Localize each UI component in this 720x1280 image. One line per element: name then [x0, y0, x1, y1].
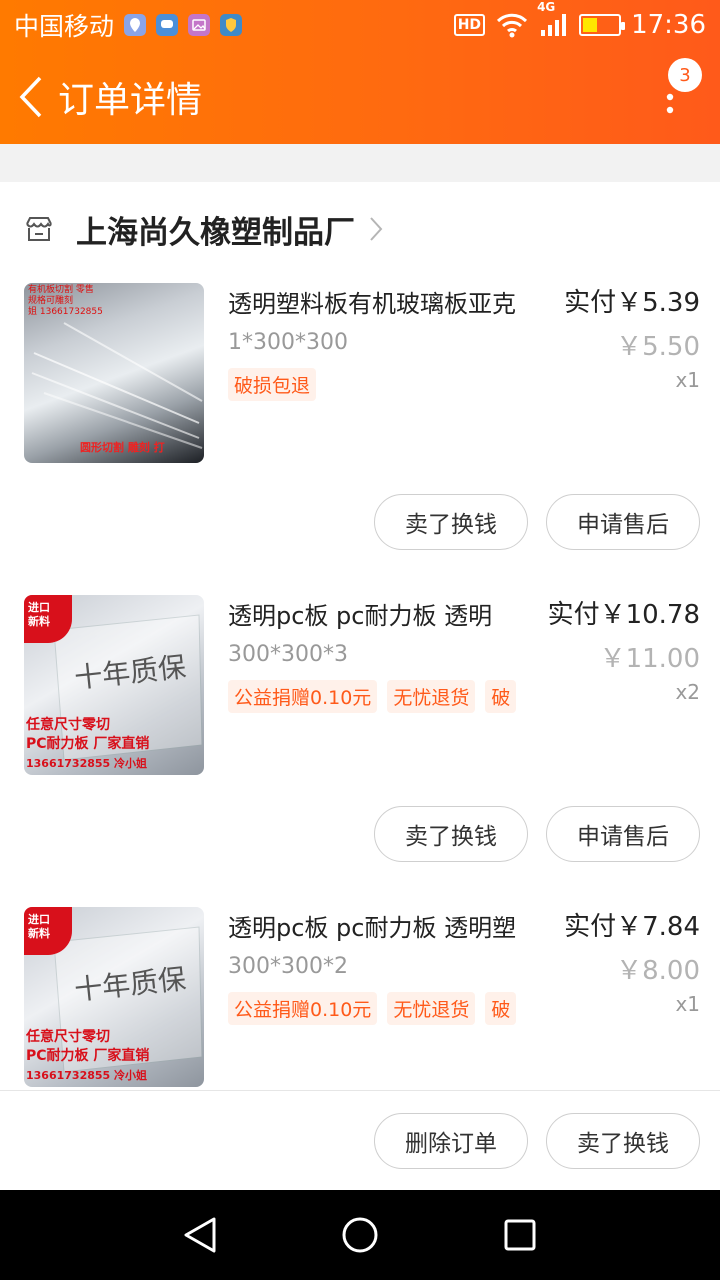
system-navigation-bar: [0, 1190, 720, 1280]
nav-home-button[interactable]: [320, 1210, 400, 1260]
sell-for-cash-button[interactable]: 卖了换钱: [374, 806, 528, 862]
service-tag: 破: [485, 680, 517, 713]
product-spec: 300*300*2: [228, 954, 348, 979]
chevron-right-icon: [370, 217, 383, 241]
thumb-text: 13661732855 冷小姐: [26, 1069, 148, 1082]
thumb-text: 13661732855 冷小姐: [26, 757, 148, 770]
product-thumbnail: 有机板切割 零售 规格可雕刻 姐 13661732855 圆形切割 雕刻 打: [24, 283, 204, 463]
app-bar: 订单详情 3: [0, 50, 720, 144]
circle-home-icon: [342, 1217, 378, 1253]
service-tags: 破损包退: [228, 368, 317, 401]
triangle-back-icon: [184, 1217, 216, 1253]
order-item[interactable]: 进口 新料 十年质保 任意尺寸零切 PC耐力板 厂家直销 13661732855…: [0, 588, 720, 900]
delete-order-button[interactable]: 删除订单: [374, 1113, 528, 1169]
order-item[interactable]: 有机板切割 零售 规格可雕刻 姐 13661732855 圆形切割 雕刻 打 透…: [0, 276, 720, 588]
quantity: x2: [675, 680, 700, 704]
page-title: 订单详情: [58, 80, 203, 121]
service-tag: 破损包退: [228, 368, 317, 401]
square-recents-icon: [504, 1219, 536, 1251]
after-sales-button[interactable]: 申请售后: [546, 494, 700, 550]
thumb-badge: 进口 新料: [24, 595, 72, 643]
paid-price: 实付￥5.39: [564, 288, 700, 318]
shield-notification-icon: [220, 14, 243, 36]
wifi-icon: [497, 13, 528, 38]
service-tag: 无忧退货: [387, 680, 476, 713]
original-price: ￥11.00: [599, 644, 700, 674]
service-tag: 无忧退货: [387, 992, 476, 1025]
thumb-text: 任意尺寸零切: [26, 1029, 110, 1045]
order-action-bar: 删除订单 卖了换钱: [0, 1090, 720, 1190]
quantity: x1: [675, 992, 700, 1016]
network-type: 4G: [537, 0, 556, 14]
product-spec: 300*300*3: [228, 642, 348, 667]
nav-back-button[interactable]: [160, 1210, 240, 1260]
hd-icon: HD: [453, 14, 486, 36]
gallery-notification-icon: [188, 14, 211, 36]
thumb-text: PC耐力板 厂家直销: [26, 736, 150, 752]
back-button[interactable]: [6, 50, 56, 144]
service-tags: 公益捐赠0.10元 无忧退货 破: [228, 680, 517, 713]
product-title[interactable]: 透明塑料板有机玻璃板亚克: [228, 284, 516, 319]
service-tag: 公益捐赠0.10元: [228, 992, 378, 1025]
message-notification-icon: [156, 14, 179, 36]
nav-recents-button[interactable]: [480, 1210, 560, 1260]
thumb-text: 有机板切割 零售: [28, 285, 94, 295]
chevron-left-icon: [19, 76, 42, 118]
paid-price: 实付￥10.78: [547, 600, 700, 630]
sell-for-cash-button[interactable]: 卖了换钱: [374, 494, 528, 550]
status-bar: 中国移动 HD 4G 17:36: [0, 0, 720, 50]
shop-icon: [26, 217, 52, 241]
paid-price: 实付￥7.84: [564, 912, 700, 942]
shop-header[interactable]: 上海尚久橡塑制品厂: [0, 182, 720, 276]
sell-for-cash-button[interactable]: 卖了换钱: [546, 1113, 700, 1169]
original-price: ￥5.50: [616, 332, 700, 362]
notification-badge[interactable]: 3: [668, 58, 702, 92]
after-sales-button[interactable]: 申请售后: [546, 806, 700, 862]
service-tag: 破: [485, 992, 517, 1025]
product-spec: 1*300*300: [228, 330, 348, 355]
quantity: x1: [675, 368, 700, 392]
thumb-text: PC耐力板 厂家直销: [26, 1048, 150, 1064]
location-notification-icon: [124, 14, 147, 36]
thumb-badge: 进口 新料: [24, 907, 72, 955]
order-card: 上海尚久橡塑制品厂 有机板切割 零售 规格可雕刻 姐 13661732855 圆…: [0, 182, 720, 1090]
thumb-text: 姐 13661732855: [28, 307, 103, 317]
carrier-label: 中国移动: [14, 12, 115, 41]
shop-name: 上海尚久橡塑制品厂: [76, 214, 355, 251]
product-title[interactable]: 透明pc板 pc耐力板 透明: [228, 596, 492, 631]
original-price: ￥8.00: [616, 956, 700, 986]
service-tags: 公益捐赠0.10元 无忧退货 破: [228, 992, 517, 1025]
service-tag: 公益捐赠0.10元: [228, 680, 378, 713]
thumb-text: 规格可雕刻: [28, 296, 74, 306]
order-item[interactable]: 进口 新料 十年质保 任意尺寸零切 PC耐力板 厂家直销 13661732855…: [0, 900, 720, 1090]
product-thumbnail: 进口 新料 十年质保 任意尺寸零切 PC耐力板 厂家直销 13661732855…: [24, 907, 204, 1087]
signal-icon: 4G: [537, 0, 569, 38]
clock-label: 17:36: [631, 10, 706, 40]
thumb-text: 圆形切割 雕刻 打: [80, 441, 165, 454]
product-thumbnail: 进口 新料 十年质保 任意尺寸零切 PC耐力板 厂家直销 13661732855…: [24, 595, 204, 775]
product-title[interactable]: 透明pc板 pc耐力板 透明塑: [228, 908, 516, 943]
thumb-text: 任意尺寸零切: [26, 717, 110, 733]
battery-icon: [579, 14, 626, 36]
